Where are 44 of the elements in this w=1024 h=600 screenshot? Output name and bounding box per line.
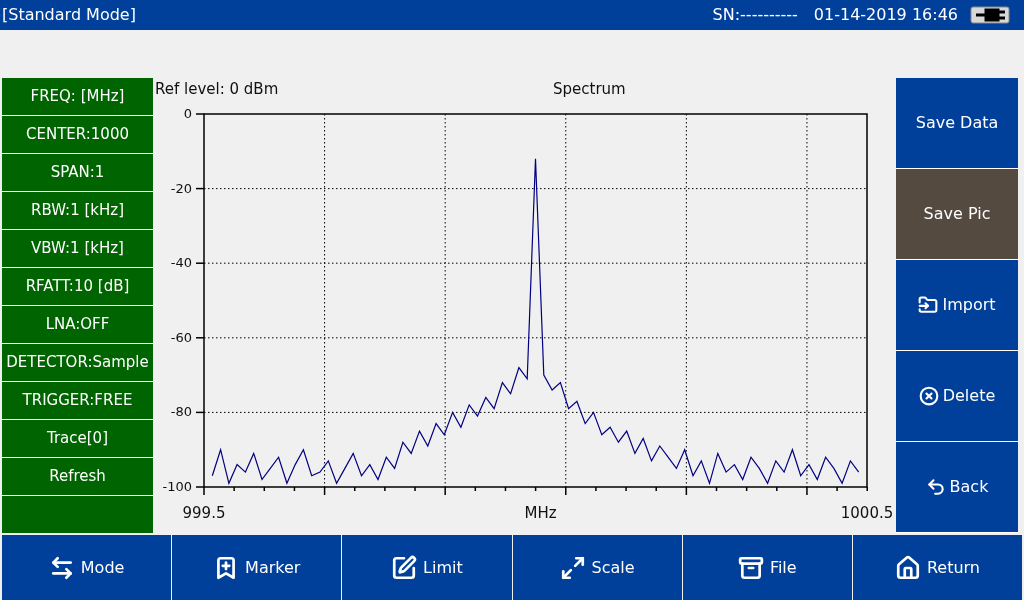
home-icon <box>894 554 921 581</box>
serial-number: SN:---------- <box>712 4 798 26</box>
menu-button[interactable]: SPAN:1 <box>2 154 153 192</box>
toolbar-button[interactable]: Mode <box>2 535 172 600</box>
power-plug-icon <box>970 5 1012 25</box>
y-tick-label: -40 <box>170 255 192 271</box>
x-tick-label: 1000.5 <box>840 504 894 522</box>
toolbar-button[interactable]: Return <box>852 535 1023 600</box>
side-button[interactable]: Import <box>896 260 1018 351</box>
edit-square-icon <box>391 554 418 581</box>
expand-arrows-icon <box>559 554 586 581</box>
side-button[interactable]: Delete <box>896 351 1018 442</box>
menu-button[interactable]: LNA:OFF <box>2 306 153 344</box>
ref-level-label: Ref level: 0 dBm <box>154 78 279 100</box>
menu-button[interactable]: TRIGGER:FREE <box>2 382 153 420</box>
y-tick-label: -60 <box>170 329 192 345</box>
back-arrow-icon <box>925 477 946 497</box>
side-button[interactable]: Save Pic <box>896 169 1018 260</box>
menu-button[interactable]: FREQ: [MHz] <box>2 78 153 116</box>
menu-button[interactable]: DETECTOR:Sample <box>2 344 153 382</box>
toolbar-button[interactable]: Scale <box>512 535 682 600</box>
toolbar-button[interactable]: Marker <box>172 535 342 600</box>
menu-button[interactable]: Refresh <box>2 458 153 496</box>
menu-button[interactable]: RBW:1 [kHz] <box>2 192 153 230</box>
chart-title: Spectrum <box>553 78 626 100</box>
menu-button[interactable]: Trace[0] <box>2 420 153 458</box>
date-time: 01-14-2019 16:46 <box>813 4 958 26</box>
x-axis-label: MHz <box>524 504 557 522</box>
toolbar-button[interactable]: File <box>682 535 852 600</box>
cabinet-icon <box>737 554 764 581</box>
menu-button[interactable]: CENTER:1000 <box>2 116 153 154</box>
y-tick-label: -80 <box>170 404 192 420</box>
mode-title: [Standard Mode] <box>2 4 136 26</box>
side-button[interactable]: Save Data <box>896 78 1018 169</box>
import-icon <box>918 295 939 315</box>
side-button[interactable]: Back <box>896 442 1018 533</box>
delete-icon <box>918 386 939 406</box>
y-tick-label: -20 <box>170 180 192 196</box>
toolbar-button[interactable]: Limit <box>342 535 512 600</box>
x-tick-label: 999.5 <box>182 504 226 522</box>
y-tick-label: -100 <box>162 479 192 494</box>
menu-button[interactable]: VBW:1 [kHz] <box>2 230 153 268</box>
y-tick-label: 0 <box>183 106 192 121</box>
menu-button[interactable]: RFATT:10 [dB] <box>2 268 153 306</box>
